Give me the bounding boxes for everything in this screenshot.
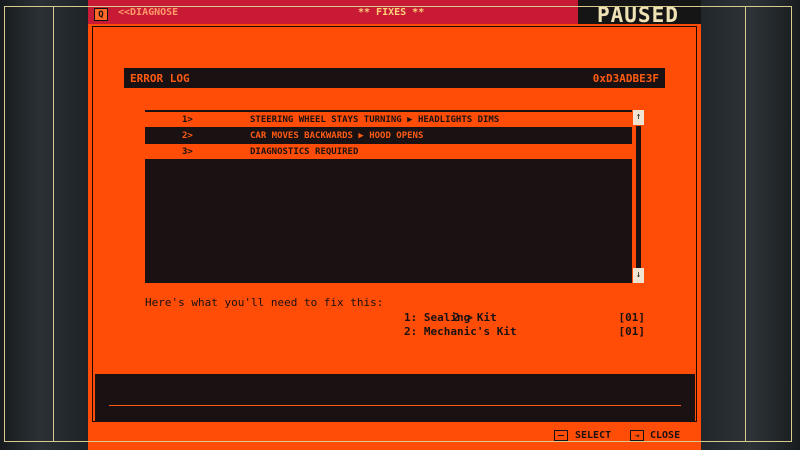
close-hint[interactable]: CLOSE (650, 430, 680, 441)
output-panel (95, 374, 695, 422)
row-text: DIAGNOSTICS REQUIRED (250, 147, 359, 157)
error-log-header: ERROR LOG 0xD3ADBE3F (124, 68, 665, 88)
scroll-down-arrow-icon[interactable]: ↓ (633, 268, 644, 283)
input-line (109, 405, 681, 406)
scrollbar-track[interactable] (636, 126, 641, 268)
fixes-title: ** FIXES ** (358, 7, 425, 18)
error-list: 1> STEERING WHEEL STAYS TURNING ▶ HEADLI… (145, 110, 632, 283)
error-code: 0xD3ADBE3F (592, 72, 659, 85)
crt-screen: Q <<DIAGNOSE ** FIXES ** ERROR LOG 0xD3A… (88, 0, 701, 450)
error-row-1[interactable]: 1> STEERING WHEEL STAYS TURNING ▶ HEADLI… (145, 112, 632, 127)
select-key-icon (554, 430, 568, 441)
row-text: CAR MOVES BACKWARDS ▶ HOOD OPENS (250, 131, 424, 141)
row-number: 2> (182, 131, 193, 141)
viewfinder-right-guide (745, 6, 792, 442)
fix-intro-text: Here's what you'll need to fix this: (145, 296, 384, 309)
row-text: STEERING WHEEL STAYS TURNING ▶ HEADLIGHT… (250, 115, 500, 125)
row-number: 3> (182, 147, 193, 157)
diagnose-tab[interactable]: <<DIAGNOSE (118, 7, 178, 18)
q-key-icon[interactable]: Q (94, 8, 108, 21)
footer-hints: SELECT ⇥ CLOSE (88, 424, 701, 450)
error-row-3[interactable]: 3> DIAGNOSTICS REQUIRED (145, 144, 632, 159)
part-quantity: [01] (618, 325, 646, 338)
viewfinder-left-guide (4, 6, 54, 442)
part-name: 2: Mechanic's Kit (404, 325, 517, 338)
paused-label: PAUSED (597, 3, 679, 27)
select-hint[interactable]: SELECT (575, 430, 611, 441)
error-row-2[interactable]: 2> CAR MOVES BACKWARDS ▶ HOOD OPENS (145, 128, 632, 143)
close-key-icon: ⇥ (630, 430, 644, 441)
part-name: 1: Sealing Kit (404, 311, 497, 324)
row-number: 1> (182, 115, 193, 125)
error-log-title: ERROR LOG (130, 72, 190, 85)
scroll-up-arrow-icon[interactable]: ↑ (633, 110, 644, 125)
part-quantity: [01] (618, 311, 646, 324)
